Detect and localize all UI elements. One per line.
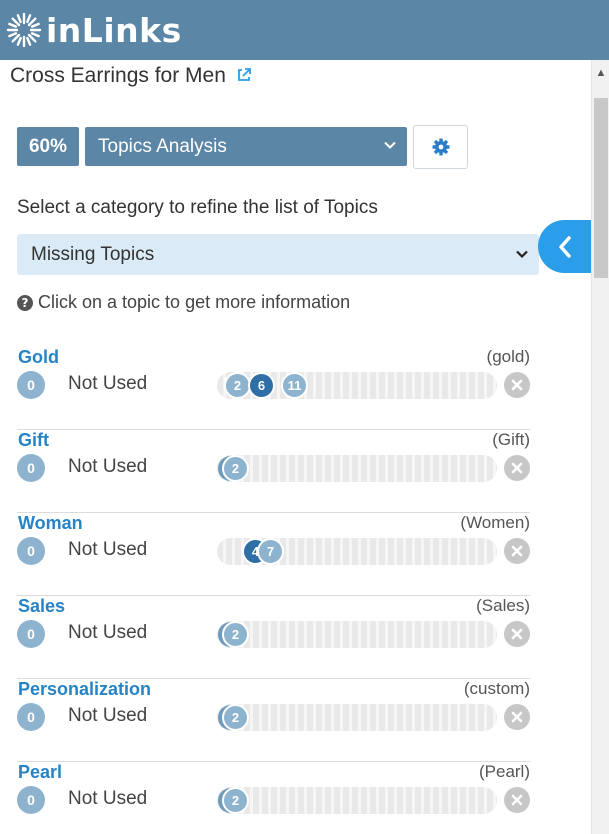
remove-topic-button[interactable] bbox=[504, 704, 530, 730]
competitor-usage-track: 2 bbox=[217, 787, 497, 814]
external-link-icon[interactable] bbox=[236, 67, 252, 83]
close-icon bbox=[511, 711, 523, 723]
usage-status: Not Used bbox=[68, 539, 148, 560]
usage-count-badge: 0 bbox=[17, 537, 45, 565]
collapse-panel-button[interactable] bbox=[538, 220, 591, 273]
topic-alias: (Pearl) bbox=[478, 762, 530, 781]
question-circle-icon: ? bbox=[17, 294, 33, 311]
usage-status: Not Used bbox=[68, 622, 148, 643]
remove-topic-button[interactable] bbox=[504, 621, 530, 647]
topic-row[interactable]: Pearl (Pearl) 0 Not Used 2 bbox=[17, 762, 530, 834]
usage-count-badge: 0 bbox=[17, 620, 45, 648]
topic-alias: (custom) bbox=[463, 679, 530, 698]
help-hint-text: Click on a topic to get more information bbox=[38, 292, 351, 312]
topic-row[interactable]: Gold (gold) 0 Not Used 2 6 11 bbox=[17, 347, 530, 430]
topic-alias: (Sales) bbox=[476, 596, 530, 615]
usage-count-badge: 0 bbox=[17, 371, 45, 399]
close-icon bbox=[511, 628, 523, 640]
remove-topic-button[interactable] bbox=[504, 455, 530, 481]
chevron-left-icon bbox=[558, 235, 571, 258]
usage-dot[interactable]: 11 bbox=[281, 372, 308, 399]
analysis-type-select[interactable]: Topics Analysis bbox=[85, 127, 407, 166]
analysis-type-value: Topics Analysis bbox=[98, 135, 227, 157]
help-hint: ? Click on a topic to get more informati… bbox=[17, 292, 350, 313]
topic-name-link[interactable]: Woman bbox=[18, 513, 83, 534]
usage-count-badge: 0 bbox=[17, 703, 45, 731]
topic-alias: (Women) bbox=[460, 513, 530, 532]
competitor-usage-track: 2 bbox=[217, 455, 497, 482]
close-icon bbox=[511, 794, 523, 806]
usage-count-badge: 0 bbox=[17, 786, 45, 814]
gear-icon bbox=[432, 138, 449, 156]
topic-name-link[interactable]: Gold bbox=[18, 347, 59, 368]
topic-name-link[interactable]: Gift bbox=[18, 430, 49, 451]
usage-status: Not Used bbox=[68, 788, 148, 809]
usage-dot[interactable]: 2 bbox=[222, 704, 249, 731]
usage-dot[interactable]: 2 bbox=[222, 787, 249, 814]
usage-status: Not Used bbox=[68, 373, 148, 394]
usage-dot[interactable]: 2 bbox=[222, 621, 249, 648]
competitor-usage-track: 2 bbox=[217, 704, 497, 731]
close-icon bbox=[511, 545, 523, 557]
competitor-usage-track: 47 bbox=[217, 538, 497, 565]
topic-row[interactable]: Sales (Sales) 0 Not Used 2 bbox=[17, 596, 530, 679]
remove-topic-button[interactable] bbox=[504, 787, 530, 813]
remove-topic-button[interactable] bbox=[504, 372, 530, 398]
category-select[interactable]: Missing Topics bbox=[17, 234, 539, 275]
usage-dot[interactable]: 7 bbox=[257, 538, 284, 565]
close-icon bbox=[511, 379, 523, 391]
usage-status: Not Used bbox=[68, 705, 148, 726]
vertical-scrollbar[interactable]: ▲ bbox=[591, 60, 609, 834]
settings-button[interactable] bbox=[413, 125, 468, 169]
usage-status: Not Used bbox=[68, 456, 148, 477]
usage-count-badge: 0 bbox=[17, 454, 45, 482]
usage-dot[interactable]: 6 bbox=[248, 372, 275, 399]
competitor-usage-track: 2 6 11 bbox=[217, 372, 497, 399]
topic-row[interactable]: Personalization (custom) 0 Not Used 2 bbox=[17, 679, 530, 762]
topic-name-link[interactable]: Pearl bbox=[18, 762, 62, 783]
close-icon bbox=[511, 462, 523, 474]
page-title-text: Cross Earrings for Men bbox=[10, 64, 226, 87]
topic-name-link[interactable]: Sales bbox=[18, 596, 65, 617]
score-badge: 60% bbox=[17, 127, 79, 166]
topic-name-link[interactable]: Personalization bbox=[18, 679, 151, 700]
topic-alias: (Gift) bbox=[492, 430, 530, 449]
chevron-down-icon bbox=[516, 250, 528, 259]
page-title: Cross Earrings for Men bbox=[10, 64, 252, 88]
app-logo-text: inLinks bbox=[46, 10, 182, 50]
category-instruction: Select a category to refine the list of … bbox=[17, 197, 378, 218]
remove-topic-button[interactable] bbox=[504, 538, 530, 564]
scrollbar-thumb[interactable] bbox=[594, 98, 608, 278]
category-select-value: Missing Topics bbox=[31, 243, 155, 265]
topic-row[interactable]: Woman (Women) 0 Not Used 4 7 bbox=[17, 513, 530, 596]
scroll-up-arrow-icon[interactable]: ▲ bbox=[592, 66, 609, 80]
app-header: inLinks bbox=[0, 0, 609, 60]
chevron-down-icon bbox=[384, 141, 396, 149]
sunburst-logo-icon bbox=[6, 12, 42, 48]
usage-dot[interactable]: 2 bbox=[224, 372, 251, 399]
topic-alias: (gold) bbox=[486, 347, 530, 366]
usage-dot[interactable]: 2 bbox=[222, 455, 249, 482]
competitor-usage-track: 2 bbox=[217, 621, 497, 648]
topic-row[interactable]: Gift (Gift) 0 Not Used 2 bbox=[17, 430, 530, 513]
